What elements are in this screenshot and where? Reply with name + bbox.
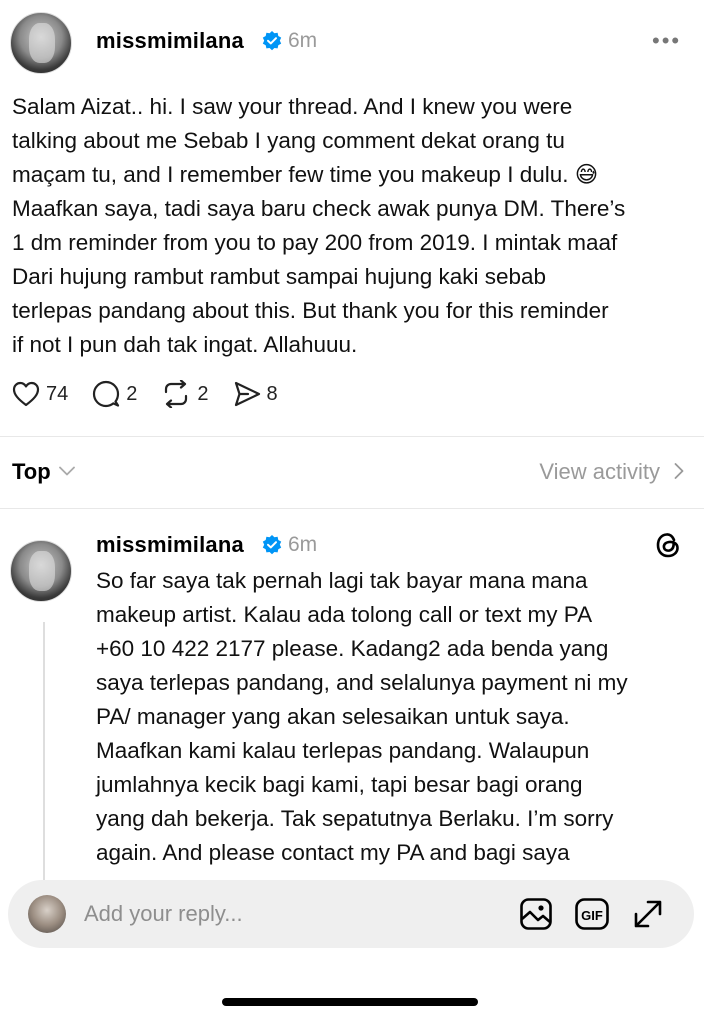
reply-line: again. And please contact my PA and bagi… (96, 840, 570, 865)
home-indicator (222, 998, 478, 1006)
reply-line: So far saya tak pernah lagi tak bayar ma… (96, 568, 588, 593)
expand-icon (634, 900, 662, 928)
reply-input[interactable]: Add your reply... (84, 901, 516, 927)
reply-line: PA/ manager yang akan selesaikan untuk s… (96, 704, 570, 729)
image-button[interactable] (516, 894, 556, 934)
thread-connector-line (43, 622, 45, 882)
verified-badge-icon (262, 535, 282, 555)
avatar (28, 895, 66, 933)
gif-icon: GIF (575, 898, 609, 930)
reply-line: saya terlepas pandang, and selalunya pay… (96, 670, 628, 695)
reply-line: jumlahnya kecik bagi kami, tapi besar ba… (96, 772, 583, 797)
threads-logo-icon[interactable] (654, 530, 682, 560)
reply-composer[interactable]: Add your reply... GIF (8, 880, 694, 948)
reply-time: 6m (288, 533, 318, 556)
reply-line: Maafkan kami kalau terlepas pandang. Wal… (96, 738, 590, 763)
expand-button[interactable] (628, 894, 668, 934)
reply-post: missmimilana 6m So far saya tak pernah l… (0, 0, 704, 880)
gif-button[interactable]: GIF (572, 894, 612, 934)
image-icon (520, 898, 552, 930)
reply-body: So far saya tak pernah lagi tak bayar ma… (96, 564, 628, 870)
svg-text:GIF: GIF (581, 908, 603, 923)
avatar[interactable] (10, 540, 72, 602)
reply-line: makeup artist. Kalau ada tolong call or … (96, 602, 593, 627)
reply-line: yang dah bekerja. Tak sepatutnya Berlaku… (96, 806, 614, 831)
reply-username[interactable]: missmimilana (96, 532, 244, 558)
reply-line: +60 10 422 2177 please. Kadang2 ada bend… (96, 636, 609, 661)
